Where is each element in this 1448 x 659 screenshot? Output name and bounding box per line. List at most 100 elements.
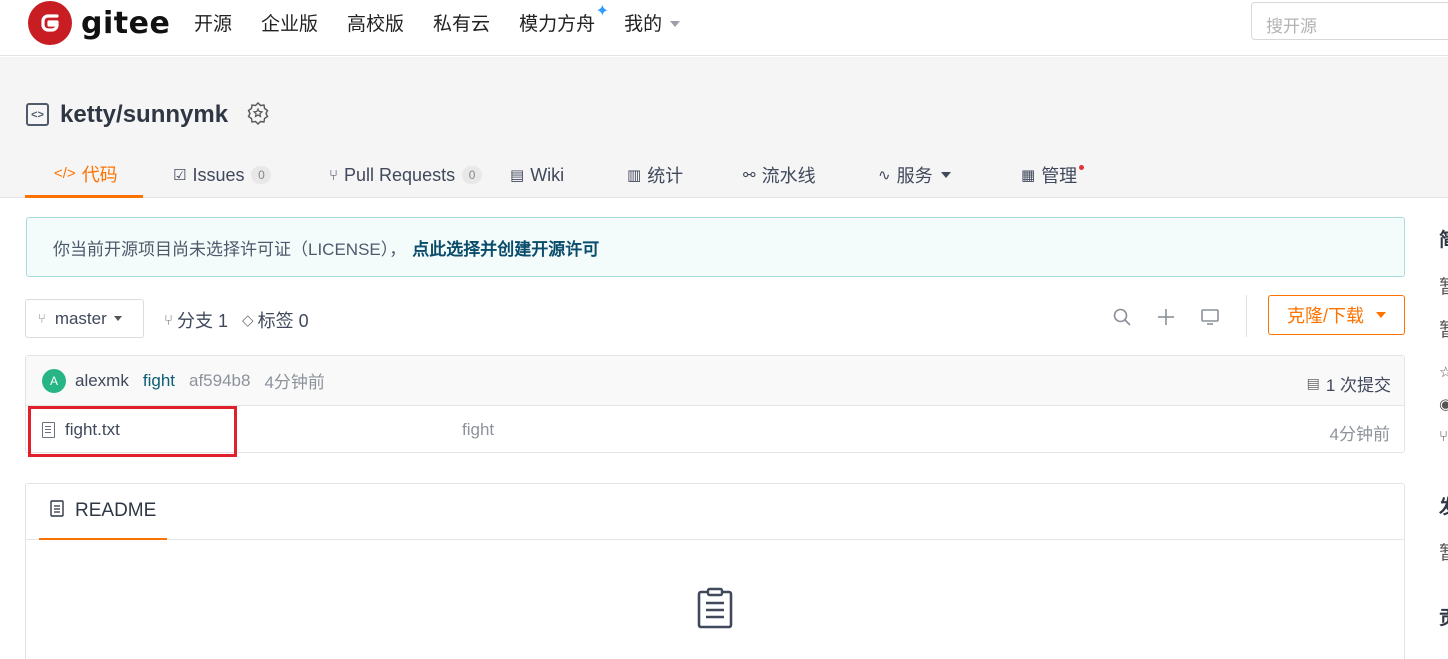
empty-readme-icon xyxy=(696,587,734,634)
tab-manage-label: 管理 xyxy=(1041,166,1078,186)
tab-stats-label: 统计 xyxy=(647,166,684,186)
sidebar-text: 暂 xyxy=(1439,272,1448,299)
fork-icon[interactable]: ⑂ xyxy=(1439,428,1448,445)
license-notice: 你当前开源项目尚未选择许可证（LICENSE）， 点此选择并创建开源许可 xyxy=(26,217,1405,277)
nav-item-moli-ark-label: 模力方舟 xyxy=(519,13,596,35)
nav-item-enterprise[interactable]: 企业版 xyxy=(261,9,318,36)
gitee-logo[interactable]: gitee xyxy=(28,1,170,45)
tab-wiki-label: Wiki xyxy=(530,164,565,185)
pull-requests-count-badge: 0 xyxy=(462,166,483,184)
clone-download-label: 克隆/下载 xyxy=(1286,306,1364,326)
branch-select[interactable]: ⑂ master xyxy=(25,299,144,338)
tab-wiki[interactable]: ▤ Wiki xyxy=(510,152,627,198)
nav-item-education[interactable]: 高校版 xyxy=(347,9,404,36)
web-ide-icon[interactable] xyxy=(1198,305,1222,329)
sidebar-text: 暂 xyxy=(1439,315,1448,342)
issues-count-badge: 0 xyxy=(251,166,272,184)
divider xyxy=(1246,295,1247,337)
commit-count-label: 1 次提交 xyxy=(1325,376,1391,395)
star-icon[interactable]: ☆ xyxy=(1439,363,1448,381)
repo-header: <> ketty/sunnymk </> 代码 ☑ Issues 0 ⑂ Pul… xyxy=(0,57,1448,198)
pulse-icon: ∿ xyxy=(878,167,891,184)
logo-text: gitee xyxy=(81,5,171,41)
repo-sidebar: 简 暂 暂 ☆ ◉ ⑂ 发 暂 贡 xyxy=(1435,225,1448,659)
tab-services-label: 服务 xyxy=(896,166,933,186)
avatar[interactable]: A xyxy=(42,368,66,393)
branch-icon: ⑂ xyxy=(164,311,174,329)
tab-manage[interactable]: ▦ 管理 xyxy=(1021,152,1111,198)
pipeline-icon: ⚯ xyxy=(743,167,756,184)
tab-pull-requests-label: Pull Requests xyxy=(344,164,456,185)
tab-code[interactable]: </> 代码 xyxy=(25,152,143,198)
tab-issues[interactable]: ☑ Issues 0 xyxy=(143,152,299,198)
file-commit-message[interactable]: fight xyxy=(462,420,494,440)
chevron-down-icon xyxy=(670,21,681,28)
branch-meta: ⑂ 分支 1 ◇ 标签 0 xyxy=(164,307,309,333)
tab-code-label: 代码 xyxy=(81,164,118,185)
branch-select-label: master xyxy=(54,308,107,328)
tab-issues-label: Issues xyxy=(192,164,245,185)
settings-doc-icon: ▦ xyxy=(1021,167,1036,184)
tab-readme[interactable]: README xyxy=(39,484,168,540)
tag-icon: ◇ xyxy=(242,312,254,329)
sidebar-heading-releases: 发 xyxy=(1439,492,1448,519)
repo-name[interactable]: ketty/sunnymk xyxy=(60,101,228,129)
repo-title: <> ketty/sunnymk xyxy=(26,99,270,130)
commit-sha[interactable]: af594b8 xyxy=(189,371,250,391)
add-icon[interactable] xyxy=(1154,305,1178,329)
chevron-down-icon xyxy=(113,316,122,321)
file-icon xyxy=(42,422,55,438)
tab-stats[interactable]: ▥ 统计 xyxy=(627,152,743,198)
search-icon[interactable] xyxy=(1110,305,1134,329)
top-navbar: gitee 开源 企业版 高校版 私有云 模力方舟 ✦ 我的 搜开源 xyxy=(0,0,1448,56)
document-icon xyxy=(50,499,64,523)
file-name-link[interactable]: fight.txt xyxy=(42,420,120,440)
file-tools xyxy=(1110,305,1242,329)
tab-pipeline-label: 流水线 xyxy=(761,166,816,186)
tab-pipeline[interactable]: ⚯ 流水线 xyxy=(743,152,878,198)
code-icon: </> xyxy=(54,165,76,182)
latest-commit-row: A alexmk fight af594b8 4分钟前 ▤ 1 次提交 xyxy=(26,356,1404,406)
commit-message[interactable]: fight xyxy=(143,371,175,391)
tab-pull-requests[interactable]: ⑂ Pull Requests 0 xyxy=(299,152,510,198)
sparkle-icon: ✦ xyxy=(595,2,610,20)
license-notice-text: 你当前开源项目尚未选择许可证（LICENSE）， xyxy=(53,239,407,259)
nav-item-moli-ark[interactable]: 模力方舟 ✦ xyxy=(519,3,609,36)
nav-item-private-cloud[interactable]: 私有云 xyxy=(433,9,490,36)
book-icon: ▤ xyxy=(510,167,525,184)
nav-item-mine[interactable]: 我的 xyxy=(624,9,681,36)
clone-download-button[interactable]: 克隆/下载 xyxy=(1268,295,1405,335)
table-row: fight.txt fight 4分钟前 xyxy=(26,406,1404,453)
pull-request-icon: ⑂ xyxy=(329,166,339,184)
commit-author[interactable]: alexmk xyxy=(75,371,129,391)
file-commit-time: 4分钟前 xyxy=(1329,425,1390,444)
sidebar-heading-contributors: 贡 xyxy=(1439,603,1448,630)
readme-panel: README xyxy=(25,483,1405,659)
gitee-logo-icon xyxy=(28,1,72,45)
search-input[interactable]: 搜开源 xyxy=(1251,2,1448,40)
readme-tab-label: README xyxy=(75,500,157,521)
readme-header: README xyxy=(26,484,1404,540)
commit-time: 4分钟前 xyxy=(264,373,325,392)
tab-services[interactable]: ∿ 服务 xyxy=(878,152,1021,198)
nav-item-open-source[interactable]: 开源 xyxy=(194,9,232,36)
commit-count[interactable]: ▤ 1 次提交 xyxy=(1307,371,1391,396)
badge-icon[interactable] xyxy=(246,101,270,130)
chevron-down-icon xyxy=(1376,312,1386,318)
sidebar-heading-intro: 简 xyxy=(1439,225,1448,252)
branch-icon: ⑂ xyxy=(38,311,46,326)
branches-link[interactable]: 分支 1 xyxy=(177,307,228,333)
tags-link[interactable]: 标签 0 xyxy=(258,307,309,333)
notification-dot xyxy=(1079,165,1085,170)
code-repo-icon: <> xyxy=(26,103,49,126)
repo-tabs: </> 代码 ☑ Issues 0 ⑂ Pull Requests 0 ▤ Wi… xyxy=(25,152,1111,198)
issues-icon: ☑ xyxy=(173,167,187,184)
commits-icon: ▤ xyxy=(1306,375,1320,391)
main-nav: 开源 企业版 高校版 私有云 模力方舟 ✦ 我的 xyxy=(194,0,709,44)
watch-icon[interactable]: ◉ xyxy=(1439,395,1448,413)
file-list: A alexmk fight af594b8 4分钟前 ▤ 1 次提交 figh… xyxy=(25,355,1405,453)
create-license-link[interactable]: 点此选择并创建开源许可 xyxy=(412,235,599,260)
file-name-label: fight.txt xyxy=(65,420,120,439)
sidebar-text: 暂 xyxy=(1439,538,1448,565)
nav-item-mine-label: 我的 xyxy=(624,13,663,35)
